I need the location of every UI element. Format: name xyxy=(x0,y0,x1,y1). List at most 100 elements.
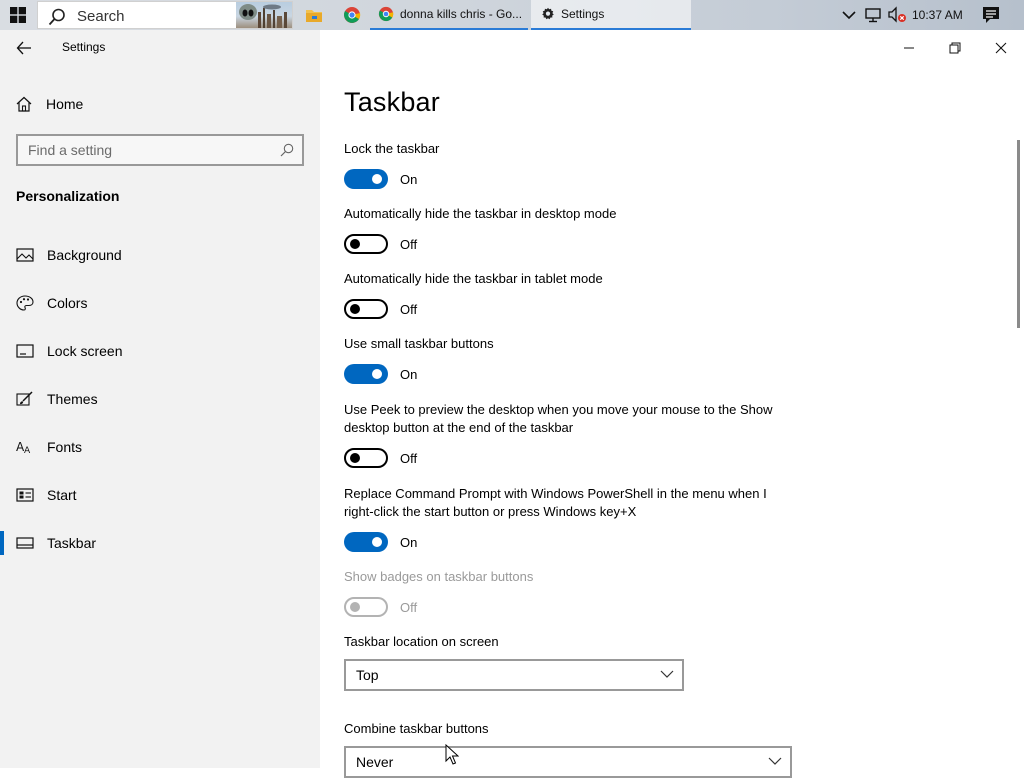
taskbar: Search donna kills chris - Go... Setting… xyxy=(0,0,1024,30)
svg-text:A: A xyxy=(24,446,31,455)
setting-label: Automatically hide the taskbar in deskto… xyxy=(344,206,617,221)
toggle-knob xyxy=(350,304,360,314)
minimize-button[interactable] xyxy=(894,36,924,60)
autohide-desktop-toggle[interactable]: Off xyxy=(344,234,417,254)
setting-label: Replace Command Prompt with Windows Powe… xyxy=(344,486,767,519)
settings-main-pane: Taskbar Lock the taskbar On Automaticall… xyxy=(320,30,1024,778)
setting-label: Lock the taskbar xyxy=(344,141,440,156)
toggle-state-label: Off xyxy=(400,599,418,615)
font-icon: A A xyxy=(16,440,31,455)
volume-button[interactable] xyxy=(887,0,907,30)
toggle-knob xyxy=(372,537,382,547)
taskbar-task-settings-label: Settings xyxy=(561,7,605,21)
sidebar-item-label: Background xyxy=(47,247,122,263)
toggle-knob xyxy=(372,174,382,184)
toggle-switch[interactable] xyxy=(344,299,388,319)
setting-label: Use small taskbar buttons xyxy=(344,336,494,351)
settings-sidebar: Settings Home Find a setting Personaliza… xyxy=(0,30,320,768)
search-icon xyxy=(280,143,294,157)
clock[interactable]: 10:37 AM xyxy=(912,8,963,22)
toggle-switch[interactable] xyxy=(344,234,388,254)
sidebar-item-label: Colors xyxy=(47,295,88,311)
network-button[interactable] xyxy=(864,0,882,30)
toggle-switch[interactable] xyxy=(344,169,388,189)
back-arrow-icon xyxy=(16,41,31,55)
toggle-state-label: On xyxy=(400,171,418,187)
close-button[interactable] xyxy=(986,36,1016,60)
chevron-down-icon xyxy=(660,670,674,678)
gear-icon xyxy=(542,7,554,20)
home-label: Home xyxy=(46,96,84,112)
home-icon xyxy=(16,96,32,112)
lock-screen-icon xyxy=(16,344,34,358)
toggle-switch xyxy=(344,597,388,617)
setting-label: Combine taskbar buttons xyxy=(344,721,489,736)
windows-logo-icon xyxy=(10,7,26,23)
taskbar-task-chrome-label: donna kills chris - Go... xyxy=(400,7,523,21)
toggle-state-label: On xyxy=(400,534,418,550)
page-title: Taskbar xyxy=(344,87,440,117)
toggle-switch[interactable] xyxy=(344,532,388,552)
network-icon xyxy=(865,8,881,23)
minimize-icon xyxy=(904,47,914,49)
taskbar-search[interactable]: Search xyxy=(37,1,293,29)
toggle-knob xyxy=(350,453,360,463)
sidebar-item-colors[interactable]: Colors xyxy=(0,285,320,321)
sidebar-item-lock-screen[interactable]: Lock screen xyxy=(0,333,320,369)
toggle-state-label: On xyxy=(400,366,418,382)
toggle-switch[interactable] xyxy=(344,364,388,384)
sidebar-item-taskbar[interactable]: Taskbar xyxy=(0,525,320,561)
badges-toggle: Off xyxy=(344,597,417,617)
start-button[interactable] xyxy=(0,0,36,30)
section-title: Personalization xyxy=(16,188,120,204)
palette-icon xyxy=(16,295,34,311)
setting-label: Automatically hide the taskbar in tablet… xyxy=(344,271,603,286)
dropdown-value: Top xyxy=(356,667,379,683)
find-setting-input[interactable]: Find a setting xyxy=(16,134,304,166)
file-explorer-icon[interactable] xyxy=(301,3,327,27)
home-nav-item[interactable]: Home xyxy=(16,93,83,115)
taskbar-task-chrome[interactable]: donna kills chris - Go... xyxy=(370,0,528,30)
powershell-toggle[interactable]: On xyxy=(344,532,417,552)
volume-muted-icon xyxy=(888,6,906,23)
lock-taskbar-toggle[interactable]: On xyxy=(344,169,417,189)
setting-label: Taskbar location on screen xyxy=(344,634,499,649)
taskbar-search-placeholder: Search xyxy=(77,8,125,25)
setting-label: Show badges on taskbar buttons xyxy=(344,569,534,584)
sidebar-item-background[interactable]: Background xyxy=(0,237,320,273)
sidebar-item-label: Taskbar xyxy=(47,535,97,551)
sidebar-item-label: Lock screen xyxy=(47,343,123,359)
peek-toggle[interactable]: Off xyxy=(344,448,417,468)
combine-buttons-dropdown[interactable]: Never xyxy=(344,746,792,778)
mouse-cursor-icon xyxy=(445,744,459,765)
toggle-state-label: Off xyxy=(400,450,418,466)
close-icon xyxy=(995,42,1007,54)
taskbar-task-settings[interactable]: Settings xyxy=(531,0,691,30)
start-icon xyxy=(16,488,34,502)
autohide-tablet-toggle[interactable]: Off xyxy=(344,299,417,319)
toggle-knob xyxy=(350,602,360,612)
action-center-button[interactable] xyxy=(982,0,1000,30)
find-setting-placeholder: Find a setting xyxy=(28,142,113,158)
toggle-switch[interactable] xyxy=(344,448,388,468)
window-title: Settings xyxy=(62,40,106,54)
taskbar-icon xyxy=(16,537,34,549)
sidebar-item-fonts[interactable]: A A Fonts xyxy=(0,429,320,465)
tray-overflow-button[interactable] xyxy=(842,0,856,30)
small-buttons-toggle[interactable]: On xyxy=(344,364,417,384)
sidebar-item-start[interactable]: Start xyxy=(0,477,320,513)
scrollbar[interactable] xyxy=(1017,140,1020,328)
search-highlight-image xyxy=(236,2,292,28)
chevron-up-icon xyxy=(842,11,856,20)
restore-icon xyxy=(949,42,961,54)
sidebar-item-label: Fonts xyxy=(47,439,83,455)
setting-label: Use Peek to preview the desktop when you… xyxy=(344,402,773,435)
chrome-pinned-icon[interactable] xyxy=(339,3,365,27)
back-button[interactable] xyxy=(12,38,36,58)
toggle-state-label: Off xyxy=(400,301,418,317)
restore-button[interactable] xyxy=(940,36,970,60)
toggle-state-label: Off xyxy=(400,236,418,252)
picture-icon xyxy=(16,248,34,262)
taskbar-location-dropdown[interactable]: Top xyxy=(344,659,684,691)
sidebar-item-themes[interactable]: Themes xyxy=(0,381,320,417)
